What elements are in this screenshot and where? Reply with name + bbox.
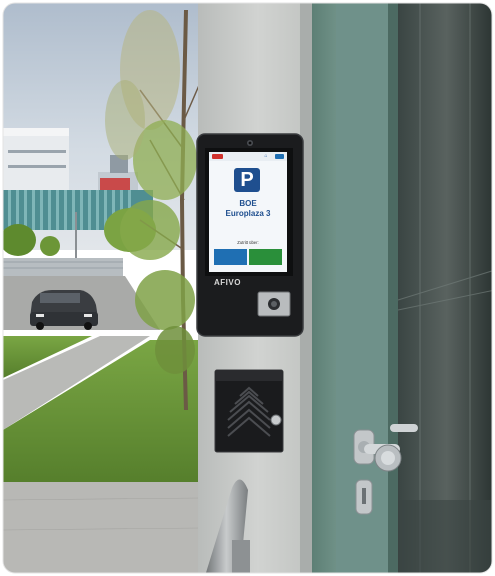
- parked-car: [30, 290, 98, 330]
- language-button[interactable]: [212, 154, 223, 159]
- door-lock: [355, 479, 373, 515]
- access-option-button-1[interactable]: [214, 249, 247, 265]
- location-title-line2: Europlaza 3: [225, 209, 271, 218]
- home-icon[interactable]: ⌂: [263, 154, 269, 159]
- kiosk-brand-logo: AFIVO: [214, 278, 241, 287]
- access-label: Zutritt über:: [237, 240, 259, 245]
- glass-door: [398, 3, 492, 573]
- parking-icon: P: [234, 168, 260, 192]
- location-title-line1: BOE: [239, 199, 257, 208]
- access-option-button-2[interactable]: [249, 249, 282, 265]
- street-lamp: [75, 212, 77, 262]
- intercom-button[interactable]: [270, 414, 282, 426]
- photo-scene: [2, 2, 493, 574]
- fence: [3, 258, 123, 276]
- help-button[interactable]: [275, 154, 284, 159]
- card-reader[interactable]: [257, 291, 291, 317]
- kiosk-screen: ⌂ P BOE Europlaza 3 Zutritt über:: [209, 152, 287, 272]
